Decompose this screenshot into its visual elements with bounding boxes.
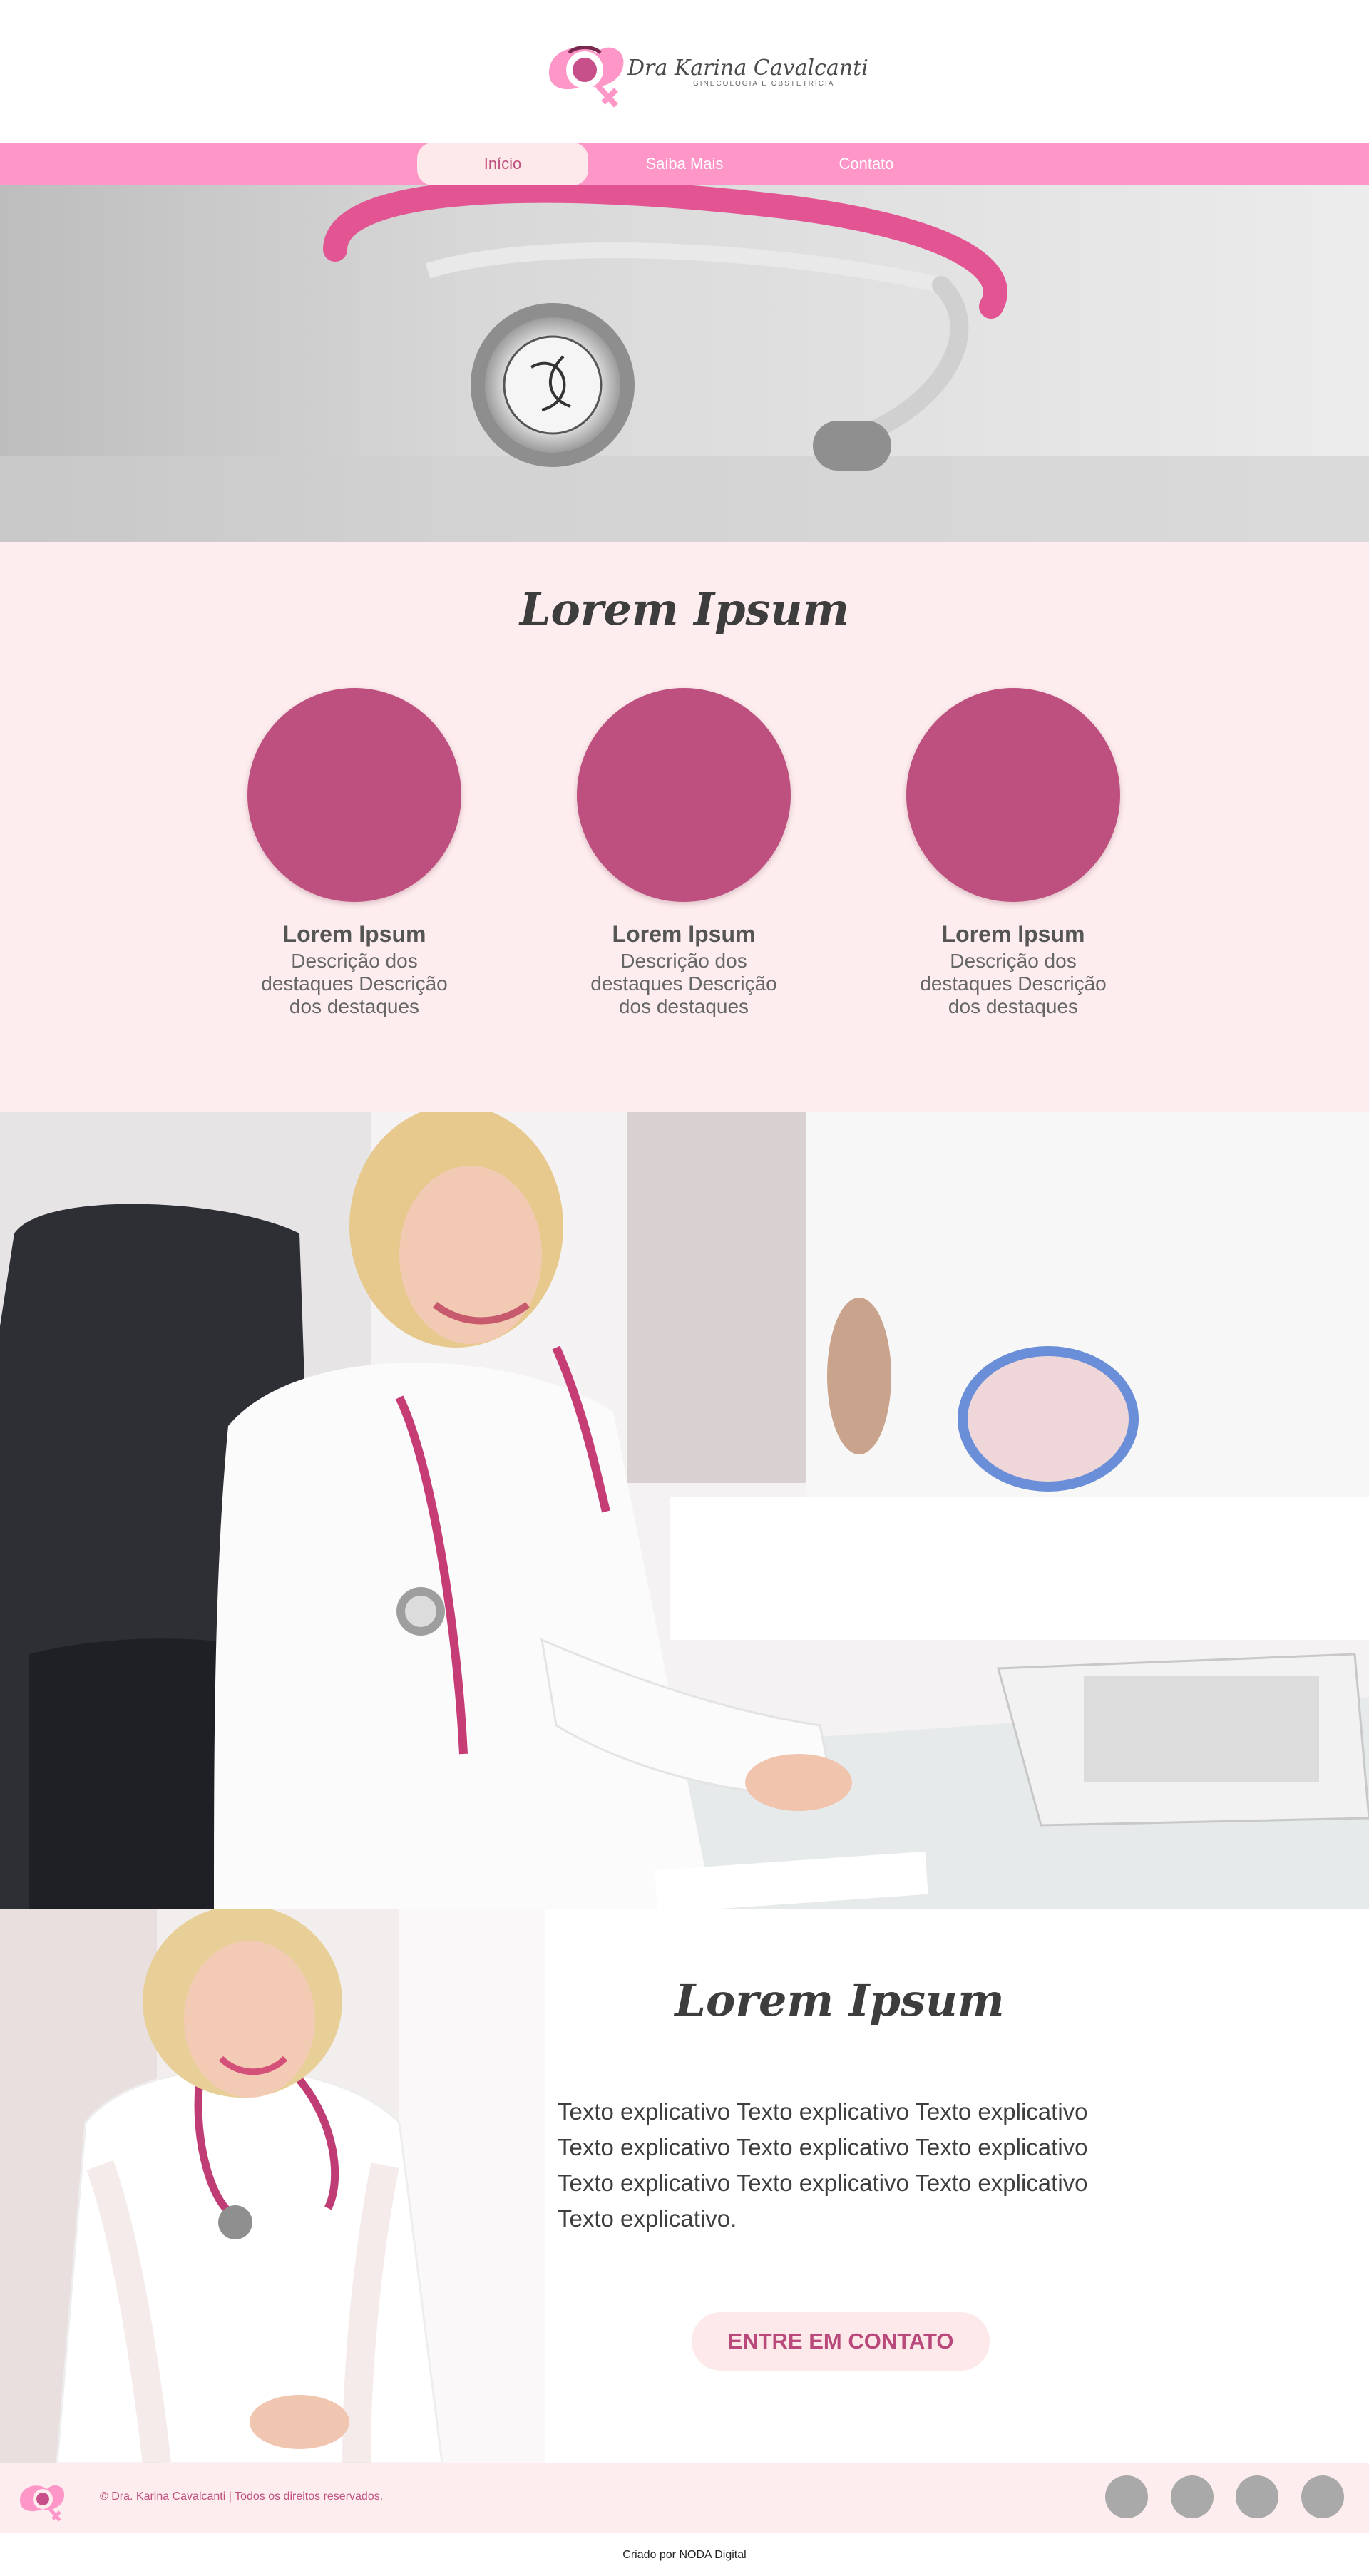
feature-title-1: Lorem Ipsum	[282, 921, 426, 947]
site-header: Dra Karina Cavalcanti GINECOLOGIA E OBST…	[0, 0, 1369, 143]
social-icon-3[interactable]	[1236, 2475, 1278, 2518]
footer-credit[interactable]: Criado por NODA Digital	[0, 2549, 1369, 2562]
about-text: Texto explicativo Texto explicativo Text…	[558, 2098, 1088, 2232]
hero-image	[0, 185, 1369, 542]
stethoscope-illustration	[0, 185, 1369, 542]
social-icon-4[interactable]	[1301, 2475, 1344, 2518]
about-title: Lorem Ipsum	[675, 1974, 1005, 2026]
social-icon-1[interactable]	[1105, 2475, 1148, 2518]
feature-circle-1	[247, 688, 461, 902]
feature-description-3: Descrição dos destaques Descrição dos de…	[920, 950, 1107, 1017]
doctor-portrait-photo	[0, 1909, 545, 2463]
feature-circle-2	[577, 688, 791, 902]
nav-item-saiba-mais[interactable]: Saiba Mais	[599, 143, 770, 185]
doctor-portrait-illustration	[0, 1909, 545, 2463]
feature-title-2: Lorem Ipsum	[612, 921, 756, 947]
credits-bar: Criado por NODA Digital	[0, 2533, 1369, 2576]
social-icon-2[interactable]	[1171, 2475, 1214, 2518]
logo-title: Dra Karina Cavalcanti	[627, 56, 868, 81]
about-section: Lorem Ipsum Texto explicativo Texto expl…	[545, 1909, 1369, 2463]
main-nav: Início Saiba Mais Contato	[0, 143, 1369, 185]
feature-description-2: Descrição dos destaques Descrição dos de…	[590, 950, 777, 1017]
feature-title-3: Lorem Ipsum	[941, 921, 1085, 947]
features-section: Lorem Ipsum Lorem Ipsum Descrição dos de…	[0, 542, 1369, 1112]
feature-description-1: Descrição dos destaques Descrição dos de…	[261, 950, 448, 1017]
footer-logo-icon[interactable]	[16, 2476, 74, 2523]
nav-item-inicio[interactable]: Início	[417, 143, 588, 185]
doctor-office-photo	[0, 1112, 1369, 1909]
nav-item-contato[interactable]: Contato	[781, 143, 952, 185]
logo-subtitle: GINECOLOGIA E OBSTETRÍCIA	[693, 80, 835, 88]
feature-circle-3	[906, 688, 1120, 902]
features-title: Lorem Ipsum	[519, 583, 850, 635]
site-footer: © Dra. Karina Cavalcanti | Todos os dire…	[0, 2463, 1369, 2533]
contact-cta-button[interactable]: ENTRE EM CONTATO	[692, 2312, 990, 2371]
doctor-at-desk-illustration	[0, 1112, 1369, 1909]
footer-copyright: © Dra. Karina Cavalcanti | Todos os dire…	[100, 2490, 384, 2503]
